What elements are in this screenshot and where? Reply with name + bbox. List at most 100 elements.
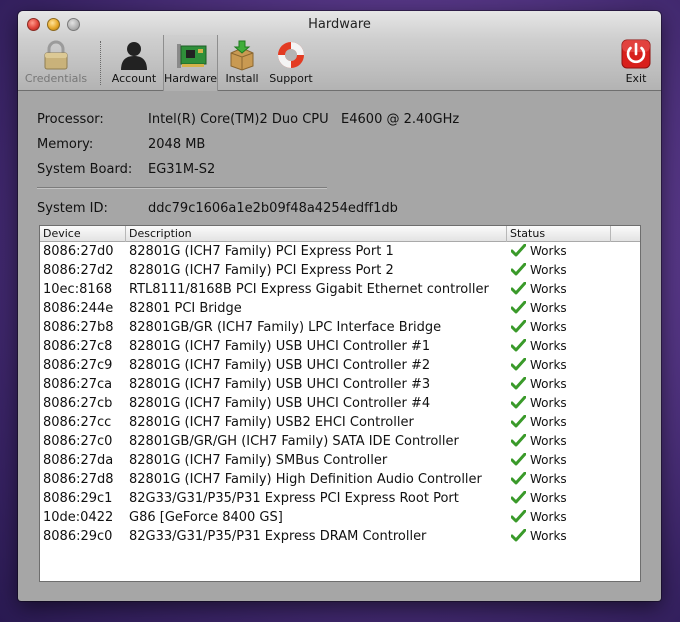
column-header-description[interactable]: Description bbox=[126, 226, 507, 242]
toolbar-install-label: Install bbox=[225, 72, 259, 85]
system-board-label: System Board: bbox=[37, 162, 133, 177]
user-silhouette-icon bbox=[117, 39, 151, 71]
column-header-status[interactable]: Status bbox=[507, 226, 611, 242]
status-text: Works bbox=[530, 301, 567, 315]
status-cell: Works bbox=[510, 471, 567, 486]
description-cell: 82801G (ICH7 Family) USB UHCI Controller… bbox=[129, 396, 431, 411]
checkmark-icon bbox=[510, 262, 527, 276]
padlock-icon bbox=[39, 39, 73, 71]
status-text: Works bbox=[530, 263, 567, 277]
table-row[interactable]: 10ec:8168 RTL8111/8168B PCI Express Giga… bbox=[40, 281, 640, 300]
description-cell: 82801 PCI Bridge bbox=[129, 301, 242, 316]
checkmark-icon bbox=[510, 319, 527, 333]
table-row[interactable]: 8086:29c0 82G33/G31/P35/P31 Express DRAM… bbox=[40, 528, 640, 547]
status-cell: Works bbox=[510, 395, 567, 410]
description-cell: 82801GB/GR (ICH7 Family) LPC Interface B… bbox=[129, 320, 442, 335]
table-row[interactable]: 8086:244e 82801 PCI Bridge Works bbox=[40, 300, 640, 319]
window-title: Hardware bbox=[308, 17, 371, 32]
status-text: Works bbox=[530, 453, 567, 467]
status-cell: Works bbox=[510, 319, 567, 334]
table-row[interactable]: 8086:27d8 82801G (ICH7 Family) High Defi… bbox=[40, 471, 640, 490]
device-id-cell: 8086:27da bbox=[43, 453, 114, 468]
status-text: Works bbox=[530, 491, 567, 505]
toolbar-exit-label: Exit bbox=[625, 72, 647, 85]
status-cell: Works bbox=[510, 433, 567, 448]
status-cell: Works bbox=[510, 262, 567, 277]
table-row[interactable]: 8086:27cb 82801G (ICH7 Family) USB UHCI … bbox=[40, 395, 640, 414]
status-cell: Works bbox=[510, 509, 567, 524]
status-cell: Works bbox=[510, 414, 567, 429]
unified-toolbar: Hardware Credentials Account Hardware In… bbox=[18, 11, 661, 91]
toolbar-account-button[interactable]: Account bbox=[108, 39, 160, 85]
device-id-cell: 8086:27cc bbox=[43, 415, 112, 430]
status-text: Works bbox=[530, 434, 567, 448]
status-text: Works bbox=[530, 529, 567, 543]
status-text: Works bbox=[530, 339, 567, 353]
status-cell: Works bbox=[510, 452, 567, 467]
table-row[interactable]: 8086:29c1 82G33/G31/P35/P31 Express PCI … bbox=[40, 490, 640, 509]
status-cell: Works bbox=[510, 528, 567, 543]
checkmark-icon bbox=[510, 300, 527, 314]
table-row[interactable]: 10de:0422 G86 [GeForce 8400 GS] Works bbox=[40, 509, 640, 528]
description-cell: 82801G (ICH7 Family) USB UHCI Controller… bbox=[129, 377, 431, 392]
device-id-cell: 8086:27c9 bbox=[43, 358, 113, 373]
hardware-panel: Processor: Intel(R) Core(TM)2 Duo CPU E4… bbox=[18, 92, 661, 601]
description-cell: 82G33/G31/P35/P31 Express PCI Express Ro… bbox=[129, 491, 459, 506]
table-row[interactable]: 8086:27cc 82801G (ICH7 Family) USB2 EHCI… bbox=[40, 414, 640, 433]
device-id-cell: 8086:27c0 bbox=[43, 434, 113, 449]
device-id-cell: 8086:27d2 bbox=[43, 263, 114, 278]
status-text: Works bbox=[530, 377, 567, 391]
column-header-spacer bbox=[611, 226, 640, 242]
description-cell: RTL8111/8168B PCI Express Gigabit Ethern… bbox=[129, 282, 489, 297]
table-row[interactable]: 8086:27b8 82801GB/GR (ICH7 Family) LPC I… bbox=[40, 319, 640, 338]
toolbar-exit-button[interactable]: Exit bbox=[618, 39, 654, 85]
description-cell: 82801G (ICH7 Family) PCI Express Port 1 bbox=[129, 244, 394, 259]
device-id-cell: 8086:244e bbox=[43, 301, 114, 316]
status-cell: Works bbox=[510, 490, 567, 505]
toolbar-hardware-button[interactable]: Hardware bbox=[163, 35, 218, 91]
device-id-cell: 8086:29c0 bbox=[43, 529, 113, 544]
device-id-cell: 8086:27ca bbox=[43, 377, 113, 392]
toolbar-support-label: Support bbox=[269, 72, 313, 85]
description-cell: 82801G (ICH7 Family) USB UHCI Controller… bbox=[129, 358, 431, 373]
checkmark-icon bbox=[510, 357, 527, 371]
column-header-device[interactable]: Device bbox=[40, 226, 126, 242]
checkmark-icon bbox=[510, 414, 527, 428]
device-id-cell: 10de:0422 bbox=[43, 510, 114, 525]
processor-label: Processor: bbox=[37, 112, 104, 127]
table-row[interactable]: 8086:27c0 82801GB/GR/GH (ICH7 Family) SA… bbox=[40, 433, 640, 452]
table-row[interactable]: 8086:27d2 82801G (ICH7 Family) PCI Expre… bbox=[40, 262, 640, 281]
status-text: Works bbox=[530, 396, 567, 410]
description-cell: 82801G (ICH7 Family) USB2 EHCI Controlle… bbox=[129, 415, 414, 430]
table-row[interactable]: 8086:27c8 82801G (ICH7 Family) USB UHCI … bbox=[40, 338, 640, 357]
status-text: Works bbox=[530, 472, 567, 486]
toolbar-support-button[interactable]: Support bbox=[267, 39, 315, 85]
memory-label: Memory: bbox=[37, 137, 94, 152]
status-cell: Works bbox=[510, 243, 567, 258]
device-table[interactable]: Device Description Status 8086:27d0 8280… bbox=[39, 225, 641, 582]
description-cell: 82801G (ICH7 Family) USB UHCI Controller… bbox=[129, 339, 431, 354]
toolbar-install-button[interactable]: Install bbox=[221, 39, 263, 85]
status-cell: Works bbox=[510, 357, 567, 372]
circuit-board-icon bbox=[174, 39, 208, 71]
checkmark-icon bbox=[510, 281, 527, 295]
toolbar-separator bbox=[100, 41, 101, 85]
device-id-cell: 8086:27d8 bbox=[43, 472, 114, 487]
description-cell: 82G33/G31/P35/P31 Express DRAM Controlle… bbox=[129, 529, 427, 544]
checkmark-icon bbox=[510, 395, 527, 409]
table-row[interactable]: 8086:27d0 82801G (ICH7 Family) PCI Expre… bbox=[40, 243, 640, 262]
memory-value: 2048 MB bbox=[148, 137, 206, 152]
status-cell: Works bbox=[510, 376, 567, 391]
device-id-cell: 8086:27cb bbox=[43, 396, 113, 411]
checkmark-icon bbox=[510, 509, 527, 523]
device-id-cell: 8086:29c1 bbox=[43, 491, 113, 506]
device-id-cell: 8086:27b8 bbox=[43, 320, 114, 335]
table-row[interactable]: 8086:27c9 82801G (ICH7 Family) USB UHCI … bbox=[40, 357, 640, 376]
table-body: 8086:27d0 82801G (ICH7 Family) PCI Expre… bbox=[40, 243, 640, 547]
toolbar-credentials-button[interactable]: Credentials bbox=[24, 39, 88, 85]
table-row[interactable]: 8086:27ca 82801G (ICH7 Family) USB UHCI … bbox=[40, 376, 640, 395]
info-divider bbox=[37, 187, 327, 189]
table-row[interactable]: 8086:27da 82801G (ICH7 Family) SMBus Con… bbox=[40, 452, 640, 471]
device-id-cell: 10ec:8168 bbox=[43, 282, 113, 297]
table-header: Device Description Status bbox=[40, 226, 640, 242]
